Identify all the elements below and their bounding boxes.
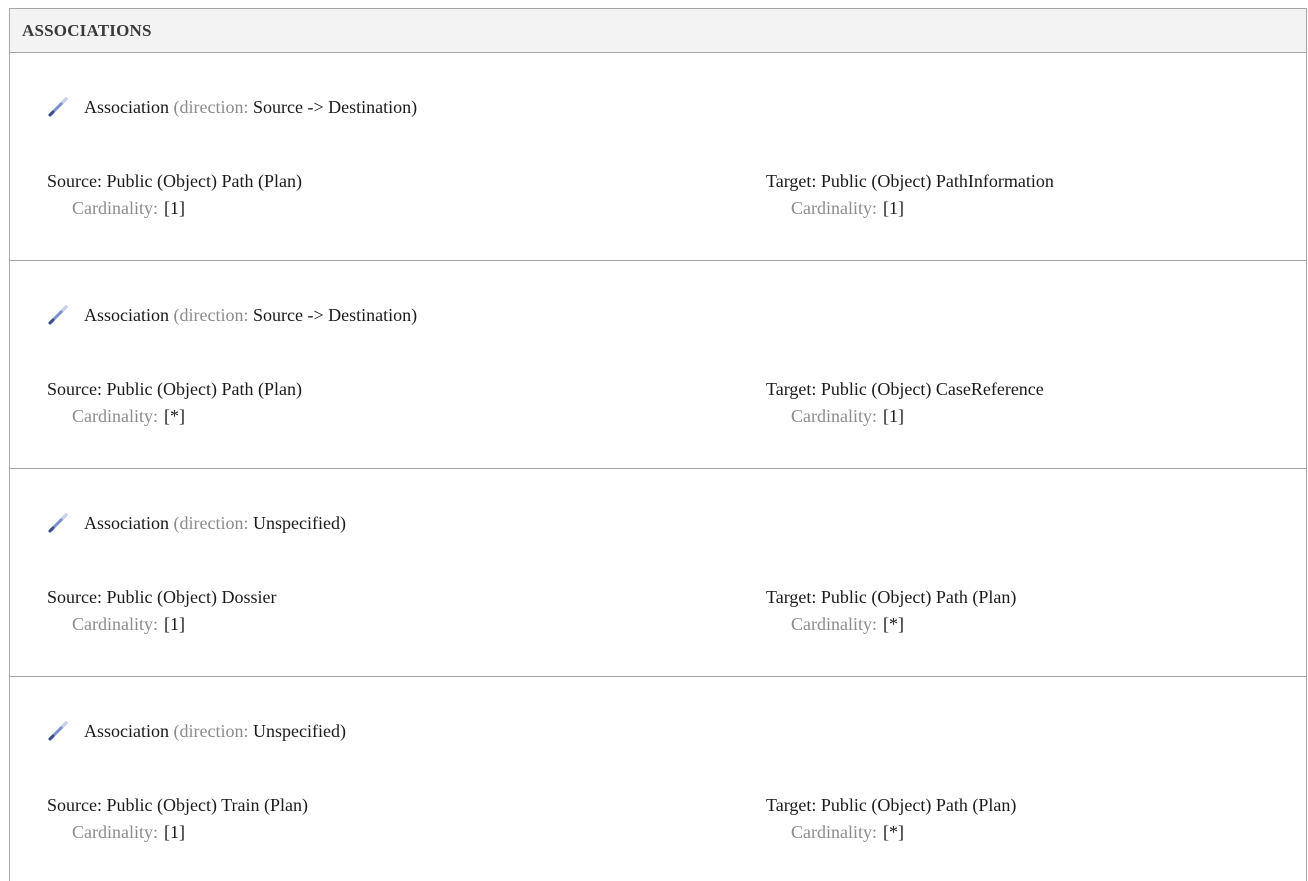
source-end: Source: Public (Object) Path (Plan) Card… (47, 376, 302, 430)
target-prefix: Target: (766, 171, 817, 191)
association-label: Association (84, 512, 169, 533)
association-title: Association (direction: Source -> Destin… (47, 96, 417, 118)
direction-value: Unspecified (252, 512, 340, 533)
target-cardinality: [*] (882, 822, 904, 842)
cardinality-label: Cardinality: (72, 614, 158, 634)
cardinality-label: Cardinality: (791, 198, 877, 218)
section-title: ASSOCIATIONS (22, 20, 152, 40)
association-title: Association (direction: Source -> Destin… (47, 304, 417, 326)
source-end: Source: Public (Object) Train (Plan) Car… (47, 792, 308, 846)
source-cardinality: [1] (163, 614, 185, 634)
source-cardinality: [1] (163, 822, 185, 842)
direction-value: Unspecified (252, 720, 340, 741)
cardinality-label: Cardinality: (791, 822, 877, 842)
target-value: Public (Object) Path (Plan) (820, 795, 1017, 815)
target-end: Target: Public (Object) Path (Plan) Card… (766, 584, 1016, 638)
target-cardinality: [1] (882, 198, 904, 218)
association-item: Association (direction: Unspecified) Sou… (10, 469, 1306, 677)
direction-label: direction: (179, 720, 249, 741)
pencil-icon[interactable] (47, 96, 69, 118)
pencil-icon[interactable] (47, 304, 69, 326)
source-cardinality: [*] (163, 406, 185, 426)
source-end: Source: Public (Object) Dossier Cardinal… (47, 584, 276, 638)
source-prefix: Source: (47, 587, 102, 607)
association-label: Association (84, 720, 169, 741)
target-end: Target: Public (Object) CaseReference Ca… (766, 376, 1044, 430)
source-cardinality: [1] (163, 198, 185, 218)
source-value: Public (Object) Train (Plan) (106, 795, 308, 815)
source-prefix: Source: (47, 171, 102, 191)
source-value: Public (Object) Path (Plan) (106, 171, 302, 191)
associations-panel: ASSOCIATIONS Association (direction: Sou… (9, 8, 1307, 881)
cardinality-label: Cardinality: (791, 614, 877, 634)
target-cardinality: [1] (882, 406, 904, 426)
source-value: Public (Object) Path (Plan) (106, 379, 302, 399)
association-item: Association (direction: Unspecified) Sou… (10, 677, 1306, 881)
cardinality-label: Cardinality: (72, 822, 158, 842)
cardinality-label: Cardinality: (72, 198, 158, 218)
pencil-icon[interactable] (47, 720, 69, 742)
section-header: ASSOCIATIONS (10, 9, 1306, 53)
direction-value: Source -> Destination (252, 304, 412, 325)
association-item: Association (direction: Source -> Destin… (10, 261, 1306, 469)
source-prefix: Source: (47, 795, 102, 815)
target-prefix: Target: (766, 379, 817, 399)
cardinality-label: Cardinality: (791, 406, 877, 426)
association-title: Association (direction: Unspecified) (47, 512, 346, 534)
target-value: Public (Object) PathInformation (820, 171, 1054, 191)
target-value: Public (Object) Path (Plan) (820, 587, 1017, 607)
direction-label: direction: (179, 512, 249, 533)
target-end: Target: Public (Object) Path (Plan) Card… (766, 792, 1016, 846)
cardinality-label: Cardinality: (72, 406, 158, 426)
association-label: Association (84, 96, 169, 117)
source-value: Public (Object) Dossier (106, 587, 277, 607)
source-end: Source: Public (Object) Path (Plan) Card… (47, 168, 302, 222)
direction-label: direction: (179, 304, 249, 325)
source-prefix: Source: (47, 379, 102, 399)
association-item: Association (direction: Source -> Destin… (10, 53, 1306, 261)
direction-value: Source -> Destination (252, 96, 412, 117)
target-cardinality: [*] (882, 614, 904, 634)
target-prefix: Target: (766, 795, 817, 815)
pencil-icon[interactable] (47, 512, 69, 534)
target-end: Target: Public (Object) PathInformation … (766, 168, 1054, 222)
target-value: Public (Object) CaseReference (820, 379, 1044, 399)
direction-label: direction: (179, 96, 249, 117)
association-title: Association (direction: Unspecified) (47, 720, 346, 742)
target-prefix: Target: (766, 587, 817, 607)
association-label: Association (84, 304, 169, 325)
